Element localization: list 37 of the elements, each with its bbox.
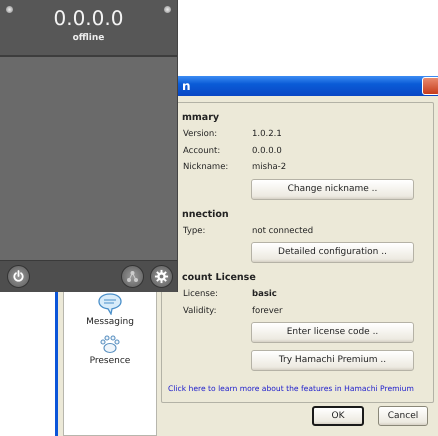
- power-icon: [12, 270, 25, 283]
- action-button[interactable]: Change nickname ..: [251, 178, 414, 200]
- section-heading: nnection: [182, 208, 230, 222]
- section-heading: count License: [182, 272, 257, 285]
- power-button[interactable]: [7, 265, 30, 288]
- ok-button[interactable]: OK: [312, 406, 364, 426]
- action-button[interactable]: Enter license code ..: [251, 322, 414, 343]
- network-icon: [126, 270, 139, 283]
- field-value: not connected: [252, 226, 314, 236]
- field-value: 0.0.0.0: [252, 146, 282, 156]
- action-button[interactable]: Detailed configuration ..: [251, 242, 414, 263]
- corner-dot: [164, 6, 171, 13]
- field-label: Version:: [183, 129, 218, 140]
- section-heading: mmary: [182, 112, 220, 125]
- cancel-button[interactable]: Cancel: [378, 406, 428, 426]
- network-button[interactable]: [121, 265, 144, 288]
- window-title: n: [182, 78, 192, 95]
- close-button[interactable]: [422, 77, 438, 95]
- field-value: misha-2: [252, 162, 286, 172]
- address-text: 0.0.0.0: [54, 5, 124, 32]
- paw-icon: [98, 334, 121, 354]
- field-value: forever: [252, 306, 282, 316]
- corner-dot: [6, 6, 13, 13]
- field-value: 1.0.2.1: [252, 129, 282, 140]
- field-value: basic: [252, 289, 277, 300]
- sidebar-item[interactable]: Presence: [90, 334, 130, 367]
- field-label: Nickname:: [183, 162, 230, 172]
- settings-button[interactable]: [150, 265, 173, 288]
- status-text: offline: [72, 32, 104, 45]
- field-label: License:: [183, 289, 219, 300]
- settings-icon: [154, 269, 169, 284]
- speech-bubble-icon: [96, 293, 123, 315]
- sidebar-item[interactable]: Messaging: [86, 293, 134, 328]
- field-label: Type:: [183, 226, 206, 236]
- field-label: Validity:: [183, 306, 218, 316]
- field-label: Account:: [183, 146, 222, 156]
- action-button[interactable]: Try Hamachi Premium ..: [251, 350, 414, 371]
